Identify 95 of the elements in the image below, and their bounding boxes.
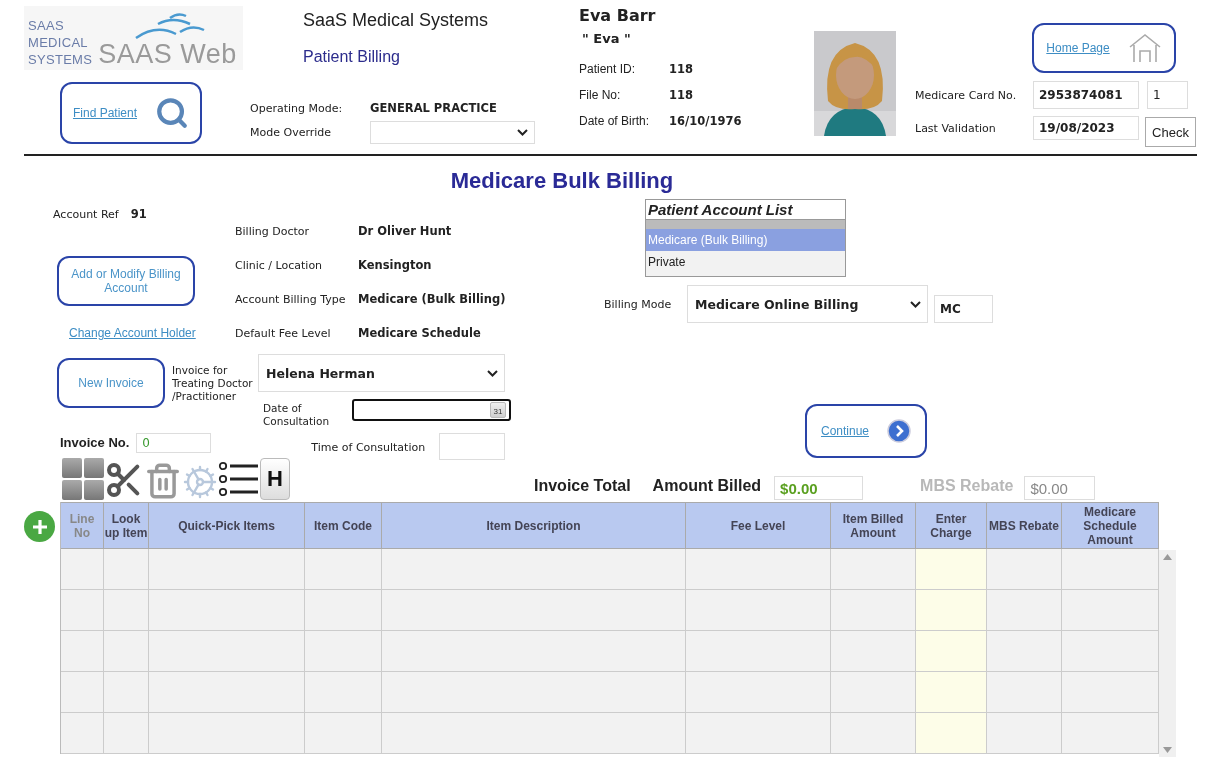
add-row-button[interactable] — [24, 511, 55, 542]
field-label: File No: — [579, 88, 622, 102]
field-label: Amount Billed — [652, 477, 762, 495]
chevron-down-icon — [910, 300, 921, 308]
house-icon — [1127, 33, 1162, 63]
table-cell — [916, 672, 987, 713]
card-ref-field[interactable]: 1 — [1147, 81, 1188, 109]
arrow-right-icon — [887, 419, 911, 443]
field-label: Invoice for Treating Doctor /Practitioner — [172, 364, 254, 404]
doctor-select[interactable]: Helena Herman — [258, 354, 505, 392]
table-cell — [104, 631, 149, 672]
time-field[interactable] — [439, 433, 506, 460]
preferred-name: " Eva " — [582, 31, 632, 46]
grid-icon[interactable] — [62, 458, 104, 500]
table-cell — [916, 590, 987, 631]
table-cell — [104, 713, 149, 754]
date-field[interactable]: 31 — [352, 399, 511, 421]
patient-name: Eva Barr — [579, 6, 657, 25]
invoice-total-label: Invoice Total — [534, 477, 631, 495]
search-icon — [155, 96, 189, 130]
column-header: Fee Level — [686, 502, 831, 549]
company-name: SaaS Medical Systems — [303, 10, 489, 31]
home-page-button[interactable]: Home Page — [1032, 23, 1176, 73]
field-label: Operating Mode: — [250, 101, 344, 115]
column-header: Line No — [61, 502, 104, 549]
logo-text: MEDICAL — [28, 34, 89, 51]
logo-text: SAAS — [28, 17, 65, 34]
find-patient-button[interactable]: Find Patient — [60, 82, 202, 144]
table-cell — [61, 631, 104, 672]
scroll-up-icon[interactable] — [1163, 554, 1172, 560]
continue-button[interactable]: Continue — [805, 404, 927, 458]
field-label: Patient ID: — [579, 62, 637, 76]
table-cell — [61, 549, 104, 590]
field-value: 118 — [669, 62, 693, 76]
field-label: Default Fee Level — [235, 326, 332, 340]
billing-mode-select[interactable]: Medicare Online Billing — [687, 285, 928, 323]
mbs-rebate-field[interactable]: $0.00 — [1024, 476, 1096, 500]
field-label: Last Validation — [915, 122, 997, 135]
field-label: MBS Rebate — [920, 477, 1014, 495]
column-header: Item Billed Amount — [831, 502, 916, 549]
field-label: Time of Consultation — [311, 441, 426, 454]
column-header: Item Code — [305, 502, 382, 549]
table-cell — [916, 549, 987, 590]
column-header: Item Description — [382, 502, 686, 549]
field-label: Clinic / Location — [235, 258, 324, 272]
field-value: Medicare Schedule — [358, 326, 481, 340]
column-header: Enter Charge — [916, 502, 987, 549]
field-value: 16/10/1976 — [669, 114, 742, 128]
field-label: Invoice No. — [60, 435, 130, 450]
plus-icon — [30, 517, 49, 536]
scroll-down-icon[interactable] — [1163, 747, 1172, 753]
field-label: Date of Consultation — [263, 402, 331, 428]
column-header: Quick-Pick Items — [149, 502, 305, 549]
field-label: Date of Birth: — [579, 114, 651, 128]
change-account-holder-link[interactable]: Change Account Holder — [69, 326, 196, 340]
logo-text: SYSTEMS — [28, 51, 93, 68]
card-number-field[interactable]: 2953874081 — [1033, 81, 1139, 109]
field-label: Account Billing Type — [235, 292, 347, 306]
billing-code-field[interactable]: MC — [934, 295, 993, 323]
table-cell — [104, 549, 149, 590]
field-label: Billing Doctor — [235, 224, 311, 238]
chevron-down-icon — [517, 129, 528, 136]
column-header: Medicare Schedule Amount — [1062, 502, 1159, 549]
table-cell — [61, 672, 104, 713]
field-value: Medicare (Bulk Billing) — [358, 292, 506, 306]
chevron-down-icon — [487, 369, 498, 377]
table-cell — [916, 713, 987, 754]
table-cell — [916, 631, 987, 672]
module-title: Patient Billing — [303, 48, 401, 66]
field-value: Dr Oliver Hunt — [358, 224, 452, 238]
scrollbar[interactable] — [1159, 550, 1176, 757]
table-cell — [104, 672, 149, 713]
add-modify-account-button[interactable]: Add or Modify Billing Account — [57, 256, 195, 306]
page-title: Medicare Bulk Billing — [449, 167, 675, 195]
logo-wordmark: SAAS Web — [98, 40, 237, 68]
operating-mode-value: GENERAL PRACTICE — [370, 101, 498, 115]
account-ref-value: 91 — [130, 207, 147, 221]
field-label: Medicare Card No. — [915, 88, 1018, 102]
table-cell — [61, 590, 104, 631]
invoice-number-field[interactable]: 0 — [136, 433, 212, 453]
field-value: Kensington — [358, 258, 432, 272]
field-label: Billing Mode — [604, 297, 673, 311]
table-cell — [61, 713, 104, 754]
field-value: 118 — [669, 88, 693, 102]
column-header: MBS Rebate — [987, 502, 1062, 549]
calendar-icon[interactable]: 31 — [490, 402, 506, 418]
validation-date-field[interactable]: 19/08/2023 — [1033, 116, 1139, 140]
field-label: Mode Override — [250, 126, 333, 139]
list-title: Patient Account List — [646, 200, 845, 220]
field-label: Account Ref — [53, 207, 119, 221]
table-cell — [104, 590, 149, 631]
help-key-button[interactable]: H — [260, 458, 290, 500]
mode-override-select[interactable] — [370, 121, 535, 144]
check-button[interactable]: Check — [1145, 117, 1196, 147]
column-header: Look up Item — [104, 502, 149, 549]
